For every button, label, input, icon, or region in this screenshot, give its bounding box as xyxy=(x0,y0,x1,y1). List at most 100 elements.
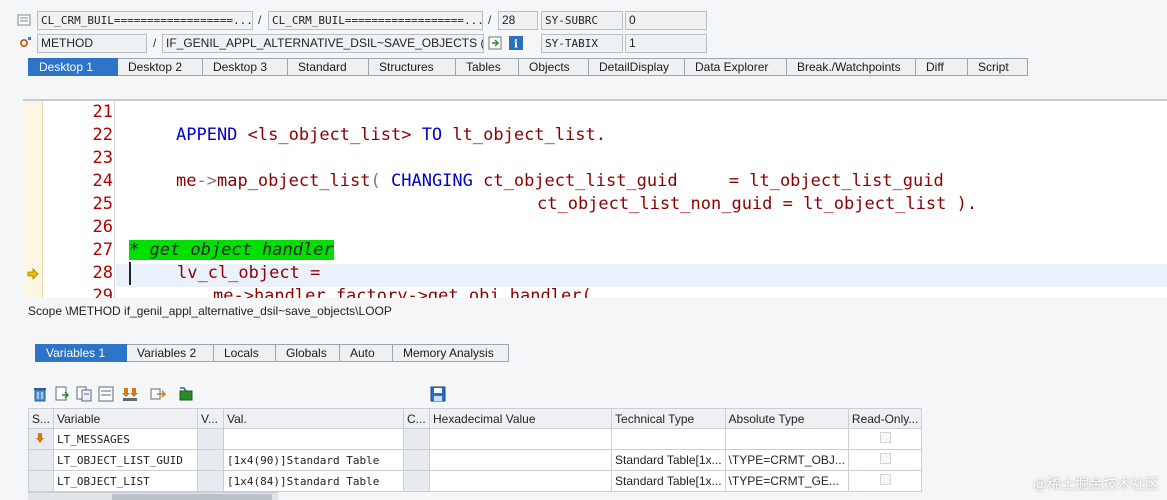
line-number-field[interactable]: 28 xyxy=(498,11,538,30)
tab-desktop-1[interactable]: Desktop 1 xyxy=(28,58,118,76)
tab-objects[interactable]: Objects xyxy=(519,58,589,76)
export-icon[interactable] xyxy=(150,386,167,402)
table-row[interactable]: LT_MESSAGES xyxy=(27,428,923,450)
col-header-variable[interactable]: Variable xyxy=(53,408,199,429)
navigate-icon[interactable] xyxy=(488,35,504,51)
row-status-cell xyxy=(27,449,55,471)
read-only-checkbox[interactable] xyxy=(879,432,891,443)
code-token: ct_object_list_guid = lt_object_list_gui… xyxy=(483,171,944,191)
read-only-cell xyxy=(847,470,923,492)
absolute-type-cell: \TYPE=CRMT_OBJ... xyxy=(724,449,849,471)
horizontal-scrollbar[interactable] xyxy=(28,492,278,500)
line-numbers: 21 22 23 24 25 26 27 28 29 xyxy=(45,101,115,298)
tab-variables-1[interactable]: Variables 1 xyxy=(35,344,127,362)
col-header-v[interactable]: V... xyxy=(197,408,225,429)
value-cell[interactable] xyxy=(223,428,405,450)
sort-icon[interactable] xyxy=(122,386,138,402)
code-line-24: me->map_object_list( CHANGING ct_object_… xyxy=(176,170,944,193)
tab-desktop-3[interactable]: Desktop 3 xyxy=(203,58,288,76)
code-editor[interactable]: 21 22 23 24 25 26 27 28 29 APPEND <ls_ob… xyxy=(23,99,1167,298)
variables-table: S... Variable V... Val. C... Hexadecimal… xyxy=(27,408,923,492)
col-header-status[interactable]: S... xyxy=(27,408,55,429)
sy-subrc-label: SY-SUBRC xyxy=(541,11,623,30)
value-cell[interactable]: [1x4(84)]Standard Table xyxy=(223,470,405,492)
code-token: lv_cl_object = xyxy=(177,263,321,283)
event-type-field[interactable]: METHOD xyxy=(37,34,147,53)
details-icon[interactable] xyxy=(54,386,70,402)
line-number: 24 xyxy=(92,171,113,191)
hex-cell xyxy=(429,470,613,492)
read-only-cell xyxy=(847,428,923,450)
line-number: 21 xyxy=(92,102,113,122)
compare-icon[interactable] xyxy=(76,386,92,402)
code-token: <ls_object_list> xyxy=(247,125,412,145)
line-number: 22 xyxy=(92,125,113,145)
absolute-type-cell: \TYPE=CRMT_GE... xyxy=(724,470,849,492)
row-status-cell xyxy=(27,428,55,450)
v-cell xyxy=(197,449,225,471)
scrollbar-thumb[interactable] xyxy=(112,494,272,500)
code-token: me xyxy=(176,171,197,191)
read-only-checkbox[interactable] xyxy=(879,453,891,464)
technical-type-cell: Standard Table[1x... xyxy=(611,470,726,492)
table-row[interactable]: LT_OBJECT_LIST [1x4(84)]Standard Table S… xyxy=(27,470,923,492)
tab-desktop-2[interactable]: Desktop 2 xyxy=(118,58,203,76)
c-cell xyxy=(403,449,431,471)
info-icon[interactable]: i xyxy=(508,35,524,51)
c-cell xyxy=(403,428,431,450)
tab-variables-2[interactable]: Variables 2 xyxy=(127,344,214,362)
separator: / xyxy=(153,36,157,50)
code-token: ct_object_list_non_guid = lt_object_list xyxy=(537,194,947,214)
tab-diff[interactable]: Diff xyxy=(916,58,968,76)
value-cell[interactable]: [1x4(90)]Standard Table xyxy=(223,449,405,471)
variable-tabs: Variables 1 Variables 2 Locals Globals A… xyxy=(35,344,509,362)
variable-cell[interactable]: LT_OBJECT_LIST_GUID xyxy=(53,449,199,471)
col-header-value[interactable]: Val. xyxy=(223,408,405,429)
tab-auto[interactable]: Auto xyxy=(340,344,393,362)
separator: / xyxy=(258,13,262,27)
code-line-28: lv_cl_object = xyxy=(129,262,320,285)
tab-tables[interactable]: Tables xyxy=(456,58,519,76)
separator: / xyxy=(488,13,492,27)
event-name-field[interactable]: IF_GENIL_APPL_ALTERNATIVE_DSIL~SAVE_OBJE… xyxy=(162,34,484,53)
sy-subrc-value[interactable]: 0 xyxy=(625,11,707,30)
tab-breakpoints[interactable]: Break./Watchpoints xyxy=(787,58,916,76)
tab-memory-analysis[interactable]: Memory Analysis xyxy=(393,344,509,362)
col-header-hex[interactable]: Hexadecimal Value xyxy=(429,408,613,429)
move-icon[interactable] xyxy=(98,386,114,402)
tab-locals[interactable]: Locals xyxy=(214,344,276,362)
c-cell xyxy=(403,470,431,492)
tab-script[interactable]: Script xyxy=(968,58,1028,76)
tab-standard[interactable]: Standard xyxy=(288,58,369,76)
code-operator: ( xyxy=(370,171,381,191)
save-icon[interactable] xyxy=(430,386,446,402)
variable-cell[interactable]: LT_OBJECT_LIST xyxy=(53,470,199,492)
variable-cell[interactable]: LT_MESSAGES xyxy=(53,428,199,450)
table-header-row: S... Variable V... Val. C... Hexadecimal… xyxy=(27,408,923,429)
current-line-arrow-icon xyxy=(27,268,39,280)
svg-text:i: i xyxy=(514,38,518,51)
layout-icon[interactable] xyxy=(178,386,194,402)
program-icon xyxy=(17,13,31,27)
program-field-2[interactable]: CL_CRM_BUIL==================... xyxy=(268,11,483,30)
table-row[interactable]: LT_OBJECT_LIST_GUID [1x4(90)]Standard Ta… xyxy=(27,449,923,471)
delete-icon[interactable] xyxy=(32,386,48,402)
tab-data-explorer[interactable]: Data Explorer xyxy=(685,58,787,76)
code-token: ). xyxy=(956,194,978,214)
technical-type-cell: Standard Table[1x... xyxy=(611,449,726,471)
line-number: 27 xyxy=(92,240,113,260)
col-header-technical-type[interactable]: Technical Type xyxy=(611,408,726,429)
col-header-c[interactable]: C... xyxy=(403,408,431,429)
tab-globals[interactable]: Globals xyxy=(276,344,340,362)
method-icon xyxy=(17,36,31,50)
read-only-checkbox[interactable] xyxy=(879,474,891,485)
code-line-27: * get object handler xyxy=(129,239,334,262)
program-field-1[interactable]: CL_CRM_BUIL==================... xyxy=(37,11,253,30)
col-header-read-only[interactable]: Read-Only... xyxy=(847,408,923,429)
line-number: 23 xyxy=(92,148,113,168)
col-header-absolute-type[interactable]: Absolute Type xyxy=(724,408,849,429)
tab-detail-display[interactable]: DetailDisplay xyxy=(589,58,685,76)
tab-structures[interactable]: Structures xyxy=(369,58,456,76)
sy-tabix-value[interactable]: 1 xyxy=(625,34,707,53)
code-keyword: TO xyxy=(421,125,443,145)
